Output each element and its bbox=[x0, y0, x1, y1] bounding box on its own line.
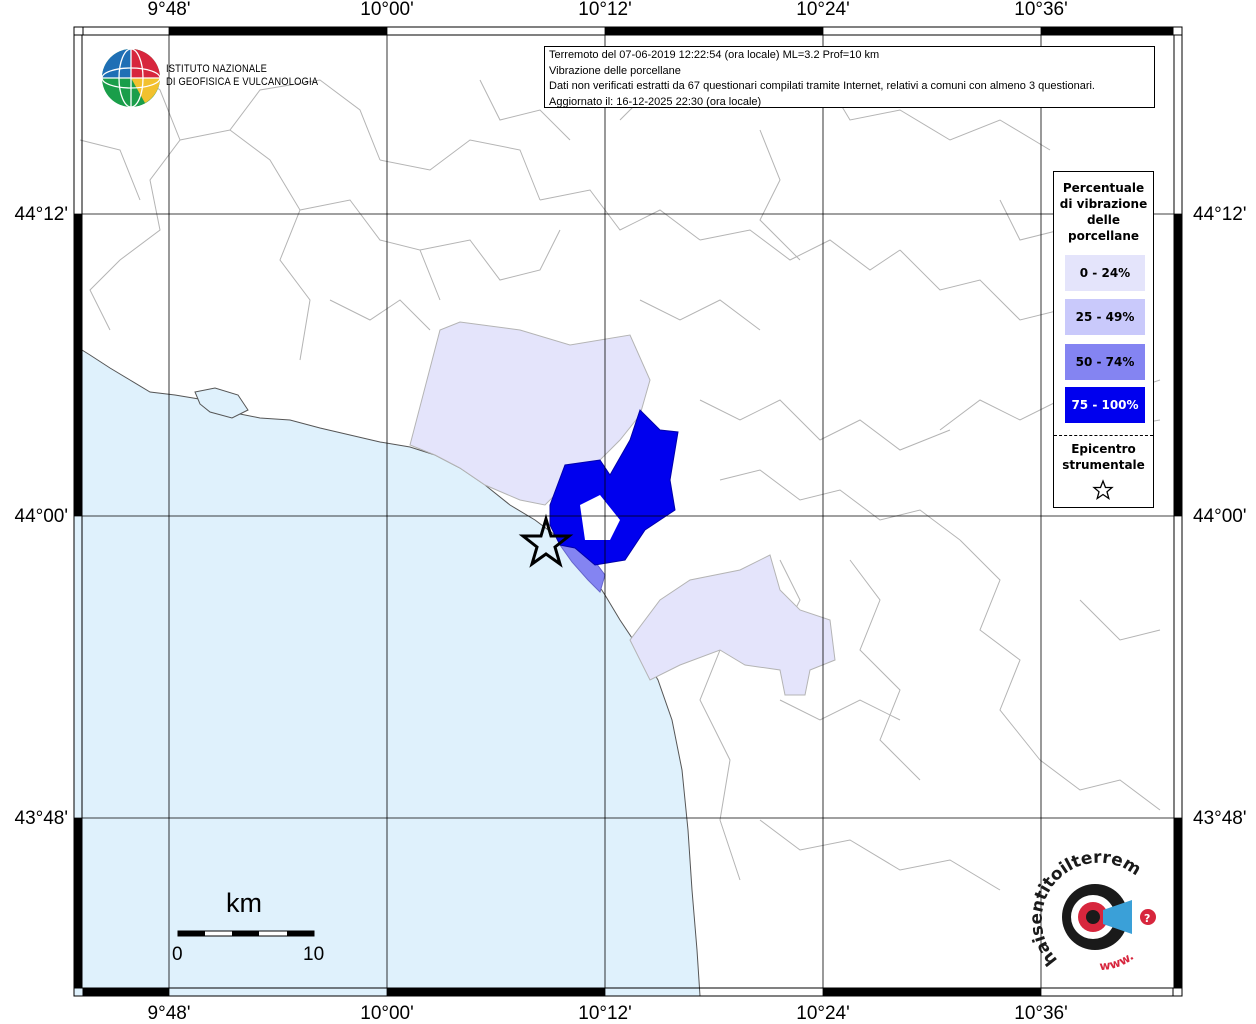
lat-tick: 44°00' bbox=[14, 506, 69, 527]
lon-tick: 10°00' bbox=[360, 0, 414, 20]
lat-tick: 43°48' bbox=[1193, 808, 1247, 829]
scale-bar bbox=[177, 930, 315, 937]
legend-star-icon bbox=[1092, 479, 1114, 501]
lon-tick: 10°36' bbox=[1014, 0, 1068, 20]
svg-text:?: ? bbox=[1144, 912, 1150, 925]
legend-swatch-75-100: 75 - 100% bbox=[1065, 387, 1145, 423]
scale-min: 0 bbox=[172, 944, 183, 965]
legend-epicenter-label: Epicentro strumentale bbox=[1054, 441, 1153, 473]
lon-tick: 10°12' bbox=[578, 1003, 632, 1024]
scale-max: 10 bbox=[303, 944, 325, 965]
legend-swatch-0-24: 0 - 24% bbox=[1065, 255, 1145, 291]
legend-title-line: di vibrazione bbox=[1059, 197, 1148, 211]
event-line: Terremoto del 07-06-2019 12:22:54 (ora l… bbox=[549, 49, 880, 61]
legend-epicenter-line: Epicentro bbox=[1071, 442, 1136, 456]
legend-title: Percentuale di vibrazione delle porcella… bbox=[1054, 180, 1153, 244]
logo-line-2: DI GEOFISICA E VULCANOLOGIA bbox=[166, 76, 319, 88]
legend-swatch-25-49: 25 - 49% bbox=[1065, 299, 1145, 335]
legend-separator bbox=[1054, 435, 1153, 436]
lon-tick: 10°36' bbox=[1014, 1003, 1068, 1024]
lon-tick: 10°24' bbox=[796, 1003, 850, 1024]
event-info-box: Terremoto del 07-06-2019 12:22:54 (ora l… bbox=[544, 46, 1155, 108]
lon-tick: 9°48' bbox=[147, 0, 191, 20]
lat-tick: 44°12' bbox=[1193, 204, 1247, 225]
legend-swatch-50-74: 50 - 74% bbox=[1065, 344, 1145, 380]
ingv-logo-text: ISTITUTO NAZIONALE DI GEOFISICA E VULCAN… bbox=[166, 63, 318, 89]
lon-tick: 9°48' bbox=[147, 1003, 191, 1024]
scale-unit: km bbox=[226, 888, 262, 918]
data-note-line: Dati non verificati estratti da 67 quest… bbox=[549, 80, 1095, 92]
lon-tick: 10°12' bbox=[578, 0, 632, 20]
map[interactable]: ? haisentitoilterremoto.it www. bbox=[0, 0, 1256, 1024]
lon-tick: 10°24' bbox=[796, 0, 850, 20]
updated-line: Aggiornato il: 16-12-2025 22:30 (ora loc… bbox=[549, 95, 762, 108]
logo-line-1: ISTITUTO NAZIONALE bbox=[166, 63, 268, 75]
lat-tick: 43°48' bbox=[14, 808, 69, 829]
legend-title-line: porcellane bbox=[1067, 229, 1139, 243]
lat-tick: 44°00' bbox=[1193, 506, 1247, 527]
lon-tick: 10°00' bbox=[360, 1003, 414, 1024]
parameter-line: Vibrazione delle porcellane bbox=[549, 64, 681, 77]
legend: Percentuale di vibrazione delle porcella… bbox=[1053, 171, 1154, 508]
lat-tick: 44°12' bbox=[14, 204, 69, 225]
legend-title-line: Percentuale bbox=[1062, 181, 1145, 195]
legend-epicenter-line: strumentale bbox=[1062, 458, 1145, 472]
ingv-globe-icon bbox=[101, 48, 161, 108]
legend-title-line: delle bbox=[1086, 213, 1121, 227]
